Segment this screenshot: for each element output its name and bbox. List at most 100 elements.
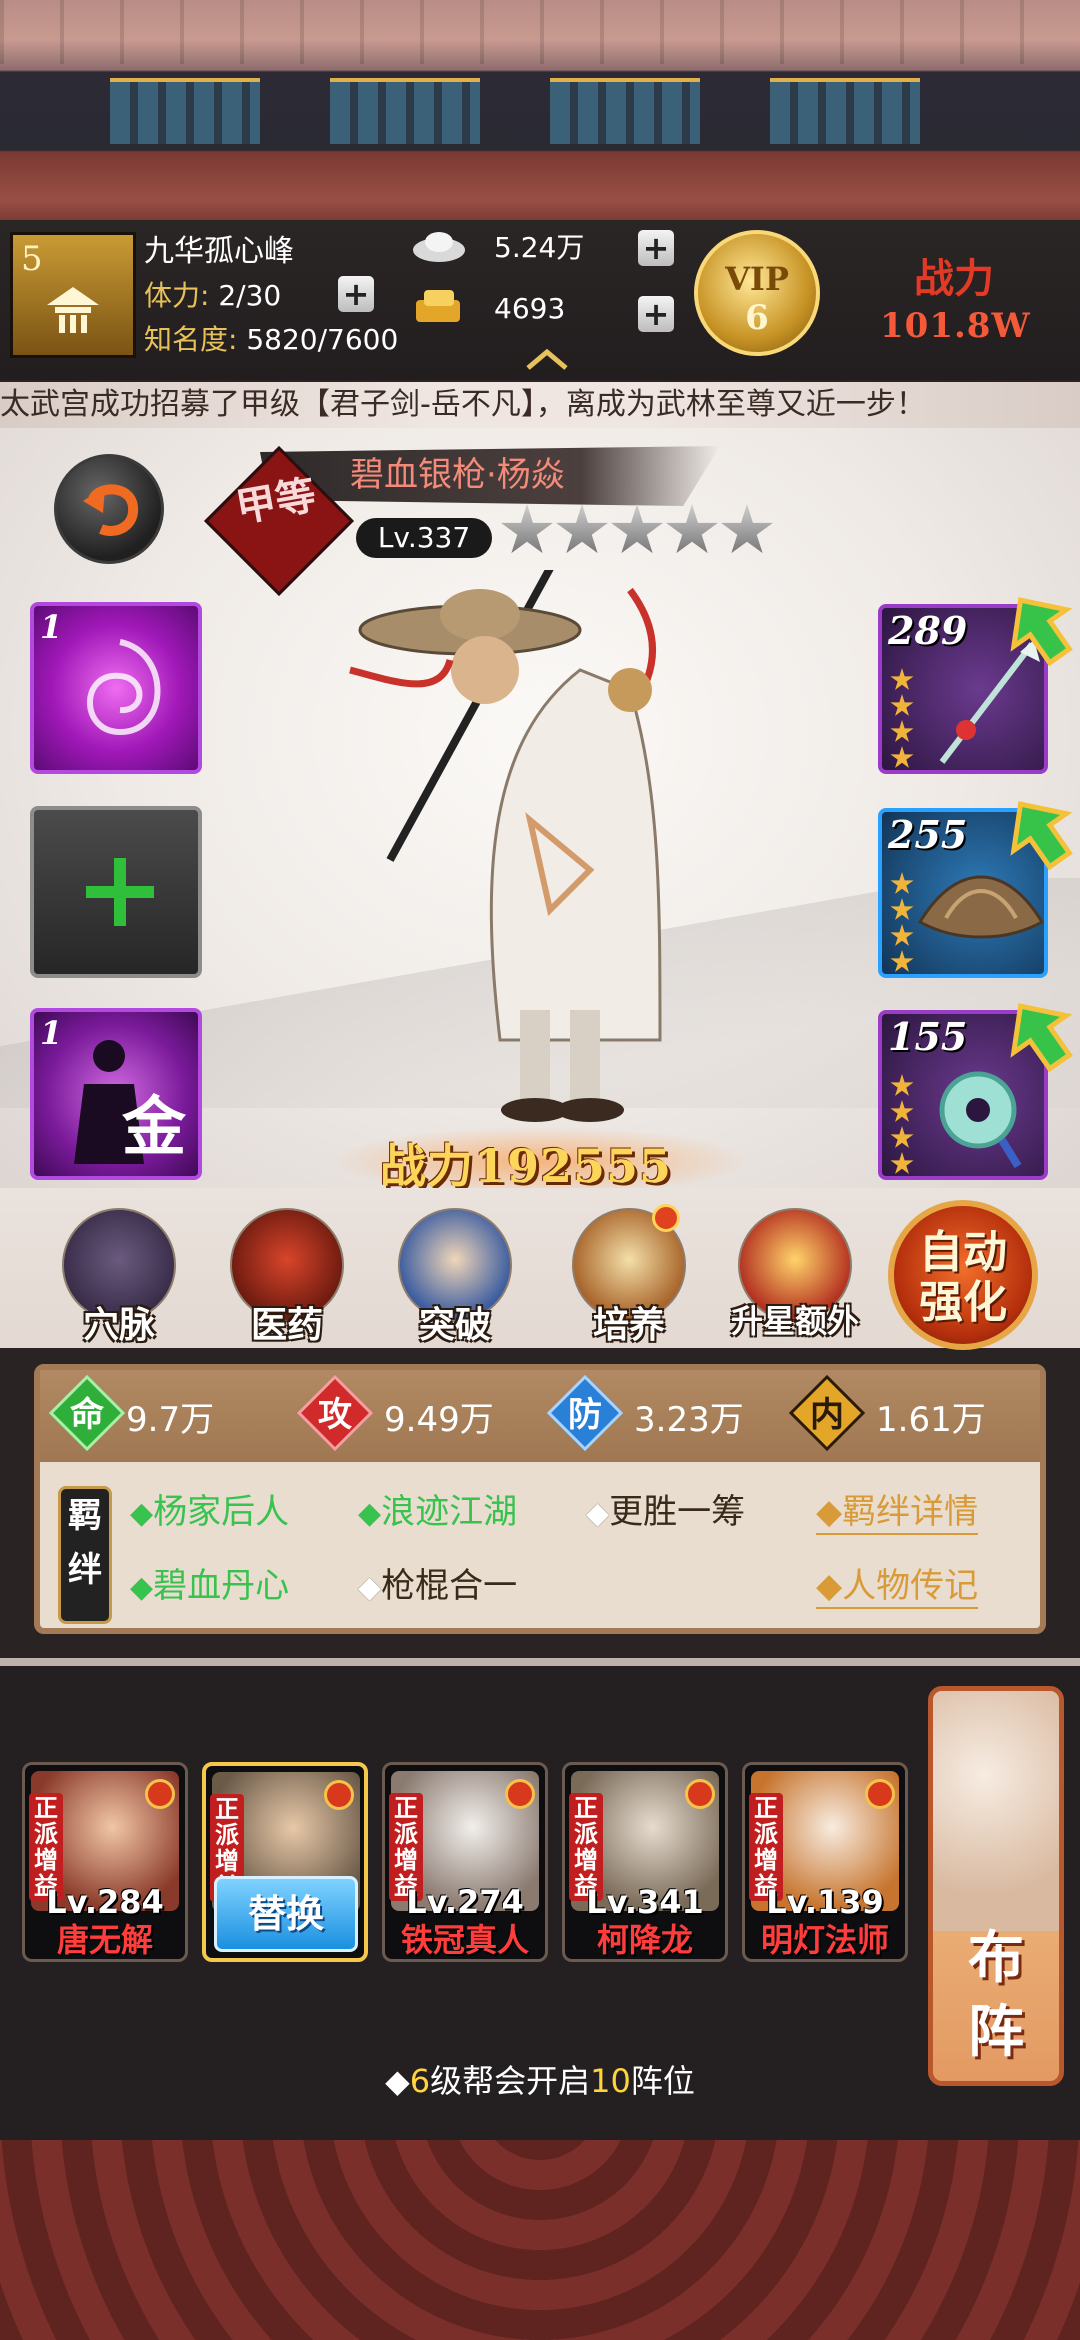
back-arrow-icon: [83, 484, 139, 536]
back-button[interactable]: [54, 454, 164, 564]
equip-stars: [890, 1074, 916, 1176]
member-name: 唐无解: [56, 1921, 153, 1959]
gold-amount: 4693: [494, 292, 566, 325]
skill-count: 1: [40, 608, 63, 646]
attr-glyph: 内: [810, 1395, 844, 1435]
attr-value: 1.61万: [876, 1400, 986, 1440]
section-divider: [0, 1658, 1080, 1666]
team-member-3[interactable]: 正派增益 Lv.274 铁冠真人: [382, 1762, 548, 1962]
skill-slot-empty[interactable]: [30, 806, 202, 978]
broadcast-ticker: 太武宫成功招募了甲级【君子剑-岳不凡】，离成为武林至尊又近一步！: [0, 382, 1080, 428]
pagoda-emblem-icon: [47, 287, 99, 333]
player-name: 九华孤心峰: [144, 234, 294, 269]
action-label: 升星额外: [730, 1302, 859, 1340]
notice-prefix: ◆: [385, 2062, 410, 2100]
roof-window: [550, 78, 700, 144]
fame-label: 知名度:: [144, 323, 238, 356]
total-power-value: 101.8W: [880, 306, 1031, 346]
action-label: 突破: [418, 1304, 491, 1346]
silver-ingot-icon: [413, 232, 465, 262]
player-header: 5 九华孤心峰 体力: 2/30 + 知名度: 5820/7600 5.24万 …: [0, 220, 1080, 380]
hero-figure[interactable]: [330, 570, 770, 1130]
action-label: 培养: [592, 1304, 665, 1346]
star-icon: [501, 504, 553, 554]
bond-item[interactable]: ◆浪迹江湖: [358, 1484, 517, 1533]
roof-window: [110, 78, 260, 144]
bond-item[interactable]: ◆枪棍合一: [358, 1558, 517, 1607]
notification-dot: [505, 1779, 535, 1809]
equip-stars: [890, 668, 916, 770]
hero-combat-power: 战力192555: [380, 1139, 673, 1193]
star-icon: [556, 504, 608, 554]
team-member-4[interactable]: 正派增益 Lv.341 柯降龙: [562, 1762, 728, 1962]
auto-enhance-line2: 强化: [919, 1277, 1007, 1328]
bond-detail-link[interactable]: ◆羁绊详情: [816, 1484, 979, 1535]
auto-enhance-line1: 自动: [919, 1227, 1007, 1278]
member-name: 铁冠真人: [400, 1921, 529, 1959]
replace-button[interactable]: 替换: [214, 1876, 358, 1952]
biography-link[interactable]: ◆人物传记: [816, 1558, 979, 1609]
notice-guild-level: 6: [409, 2062, 431, 2100]
star-icon: [666, 504, 718, 554]
vip-level: 6: [745, 298, 769, 338]
player-avatar[interactable]: 5: [10, 232, 136, 358]
notification-dot: [324, 1780, 354, 1810]
stamina-row: 体力: 2/30: [144, 274, 281, 314]
action-label: 穴脉: [82, 1304, 155, 1346]
bond-item[interactable]: ◆杨家后人: [130, 1484, 289, 1533]
team-member-current[interactable]: 正派增益 替换: [202, 1762, 368, 1962]
member-name: 明灯法师: [760, 1921, 889, 1959]
expand-chevron-icon[interactable]: [524, 346, 570, 372]
purple-swirl-icon: [87, 639, 161, 736]
bond-badge: 羁绊: [58, 1486, 112, 1624]
team-member-5[interactable]: 正派增益 Lv.139 明灯法师: [742, 1762, 908, 1962]
add-silver-button[interactable]: +: [638, 230, 674, 266]
hero-level: Lv.337: [356, 518, 492, 558]
medicine-button[interactable]: 医药: [222, 1208, 352, 1346]
attr-value: 3.23万: [634, 1400, 744, 1440]
hero-name: 碧血银枪·杨焱: [350, 455, 565, 495]
skill-badge: 金: [122, 1090, 186, 1165]
bond-item[interactable]: ◆碧血丹心: [130, 1558, 289, 1607]
equip-level: 255: [888, 812, 968, 857]
stats-panel: 命 9.7万 攻 9.49万 防 3.23万 内 1.61万 羁绊 ◆杨家后人 …: [34, 1364, 1046, 1634]
fame-row: 知名度: 5820/7600: [144, 318, 398, 358]
upgrade-arrow-icon[interactable]: [1000, 792, 1080, 872]
unlock-notice: ◆6级帮会开启10阵位: [0, 2056, 1080, 2102]
upgrade-arrow-icon[interactable]: [1000, 588, 1080, 668]
stamina-label: 体力:: [144, 279, 210, 312]
team-member-1[interactable]: 正派增益 Lv.284 唐无解: [22, 1762, 188, 1962]
attr-value: 9.49万: [384, 1400, 494, 1440]
player-level: 5: [21, 239, 43, 279]
notification-dot: [865, 1779, 895, 1809]
attr-glyph: 命: [70, 1395, 104, 1435]
meridian-button[interactable]: 穴脉: [54, 1208, 184, 1346]
roof-window: [330, 78, 480, 144]
skill-slot-1[interactable]: 1: [30, 602, 202, 774]
skill-slot-3[interactable]: 1 金: [30, 1008, 202, 1180]
auto-enhance-button[interactable]: 自动 强化: [888, 1200, 1038, 1350]
total-power-label: 战力: [914, 255, 994, 302]
attr-glyph: 攻: [318, 1395, 352, 1435]
bond-item[interactable]: ◆更胜一筹: [586, 1484, 745, 1533]
vip-badge[interactable]: VIP 6: [694, 230, 820, 356]
star-up-extra-button[interactable]: 升星额外: [730, 1208, 860, 1340]
cultivate-button[interactable]: 培养: [564, 1204, 694, 1346]
roof-window: [770, 78, 920, 144]
breakthrough-button[interactable]: 突破: [390, 1208, 520, 1346]
attribute-row: 命 9.7万 攻 9.49万 防 3.23万 内 1.61万: [40, 1370, 1040, 1462]
notice-suffix: 阵位: [630, 2062, 695, 2100]
silver-amount: 5.24万: [494, 231, 585, 264]
add-stamina-button[interactable]: +: [338, 276, 374, 312]
add-gold-button[interactable]: +: [638, 296, 674, 332]
notification-dot: [652, 1204, 680, 1232]
notice-slot-count: 10: [590, 2062, 631, 2100]
skill-count: 1: [40, 1014, 63, 1052]
vip-label: VIP: [725, 260, 789, 298]
fame-value: 5820/7600: [246, 323, 399, 356]
roof-decoration: [0, 0, 1080, 220]
formation-button[interactable]: 布 阵: [928, 1686, 1064, 2086]
equip-stars: [890, 872, 916, 974]
hero-star-rating: [500, 504, 775, 564]
upgrade-arrow-icon[interactable]: [1000, 994, 1080, 1074]
